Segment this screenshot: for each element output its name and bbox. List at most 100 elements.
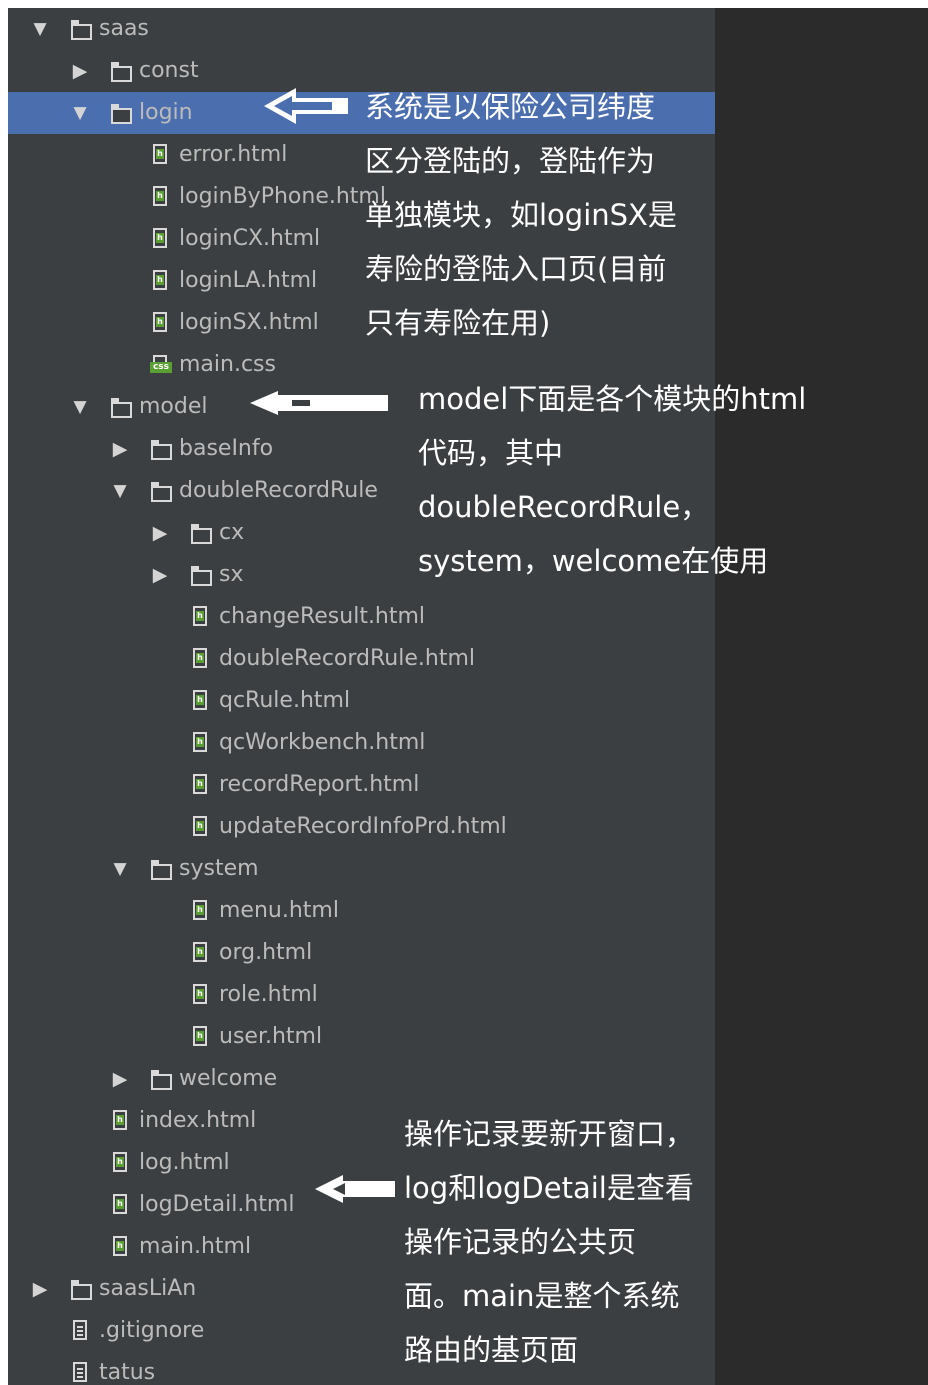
caret-right-icon[interactable]: ▶ [110,1068,130,1090]
text-file-icon [70,1362,92,1384]
html-file-icon: h [190,648,212,670]
html-file-icon: h [110,1152,132,1174]
tree-item-label: log.html [139,1150,230,1175]
tree-item-label: qcRule.html [219,688,351,713]
html-file-icon: h [190,606,212,628]
folder-icon [150,1068,172,1090]
folder-icon [110,60,132,82]
login-note-line: 只有寿险在用) [365,306,551,340]
tree-row-updaterecordinfoprd-html[interactable]: h updateRecordInfoPrd.html [8,806,715,848]
html-file-icon: h [110,1194,132,1216]
tree-item-label: doubleRecordRule [179,478,378,503]
html-file-icon: h [190,942,212,964]
folder-icon [150,438,172,460]
html-file-icon: h [110,1236,132,1258]
folder-icon [190,522,212,544]
caret-down-icon[interactable]: ▼ [30,18,50,40]
model-note-line: doubleRecordRule， [418,490,710,524]
left-arrow-icon [315,1175,395,1203]
model-note-line: 代码，其中 [418,436,564,470]
html-file-icon: h [190,732,212,754]
left-arrow-icon [250,391,388,415]
caret-down-icon[interactable]: ▼ [70,102,90,124]
tree-item-label: cx [219,520,245,545]
tree-item-label: system [179,856,259,881]
tree-item-label: changeResult.html [219,604,426,629]
tree-row-qcworkbench-html[interactable]: h qcWorkbench.html [8,722,715,764]
tree-item-label: loginCX.html [179,226,321,251]
tree-row-saas[interactable]: ▼ saas [8,8,715,50]
tree-item-label: loginByPhone.html [179,184,386,209]
caret-down-icon[interactable]: ▼ [110,858,130,880]
tree-item-label: const [139,58,199,83]
folder-icon [110,396,132,418]
tree-item-label: qcWorkbench.html [219,730,426,755]
caret-down-icon[interactable]: ▼ [110,480,130,502]
tree-item-label: doubleRecordRule.html [219,646,475,671]
tree-row-doublerecordrule-html[interactable]: h doubleRecordRule.html [8,638,715,680]
log-note-line: 操作记录要新开窗口， [404,1117,695,1151]
model-note-line: model下面是各个模块的html [418,382,807,416]
tree-item-label: tatus [99,1360,156,1385]
html-file-icon: h [150,144,172,166]
html-file-icon: h [190,900,212,922]
tree-item-label: recordReport.html [219,772,420,797]
tree-item-label: role.html [219,982,318,1007]
tree-item-label: error.html [179,142,288,167]
tree-item-label: org.html [219,940,313,965]
html-file-icon: h [190,690,212,712]
log-note-line: 面。main是整个系统 [404,1279,680,1313]
folder-icon [150,858,172,880]
caret-down-icon[interactable]: ▼ [70,396,90,418]
tree-row-changeresult-html[interactable]: h changeResult.html [8,596,715,638]
tree-item-label: menu.html [219,898,339,923]
tree-item-label: loginLA.html [179,268,318,293]
caret-right-icon[interactable]: ▶ [150,564,170,586]
tree-row-recordreport-html[interactable]: h recordReport.html [8,764,715,806]
log-note-line: 操作记录的公共页 [404,1225,637,1259]
folder-icon [150,480,172,502]
login-note-line: 区分登陆的，登陆作为 [365,144,656,178]
html-file-icon: h [110,1110,132,1132]
tree-item-label: saasLiAn [99,1276,197,1301]
folder-icon [70,18,92,40]
tree-row-system[interactable]: ▼ system [8,848,715,890]
caret-right-icon[interactable]: ▶ [110,438,130,460]
html-file-icon: h [150,228,172,250]
caret-right-icon[interactable]: ▶ [70,60,90,82]
html-file-icon: h [150,186,172,208]
tree-item-label: main.html [139,1234,252,1259]
editor-area [715,8,928,1385]
tree-item-label: sx [219,562,244,587]
caret-right-icon[interactable]: ▶ [150,522,170,544]
html-file-icon: h [190,1026,212,1048]
log-note-line: 路由的基页面 [404,1333,579,1367]
tree-item-label: welcome [179,1066,278,1091]
tree-item-label: login [139,100,193,125]
tree-row-menu-html[interactable]: h menu.html [8,890,715,932]
left-arrow-icon [264,88,348,124]
html-file-icon: h [150,312,172,334]
tree-row-user-html[interactable]: h user.html [8,1016,715,1058]
tree-item-label: main.css [179,352,276,377]
tree-item-label: logDetail.html [139,1192,295,1217]
tree-row-org-html[interactable]: h org.html [8,932,715,974]
tree-item-label: updateRecordInfoPrd.html [219,814,507,839]
login-note-line: 寿险的登陆入口页(目前 [365,252,667,286]
log-note-line: log和logDetail是查看 [404,1171,694,1205]
model-note-line: system，welcome在使用 [418,544,769,578]
html-file-icon: h [190,774,212,796]
log-annotation: 操作记录要新开窗口， log和logDetail是查看 操作记录的公共页 面。m… [404,1107,694,1377]
login-note-line: 单独模块，如loginSX是 [365,198,677,232]
model-annotation: model下面是各个模块的html 代码，其中 doubleRecordRule… [418,372,806,588]
tree-row-welcome[interactable]: ▶ welcome [8,1058,715,1100]
tree-item-label: index.html [139,1108,257,1133]
tree-row-qcrule-html[interactable]: h qcRule.html [8,680,715,722]
login-note-line: 系统是以保险公司纬度 [365,90,656,124]
tree-item-label: baseInfo [179,436,274,461]
tree-item-label: user.html [219,1024,323,1049]
tree-row-role-html[interactable]: h role.html [8,974,715,1016]
caret-right-icon[interactable]: ▶ [30,1278,50,1300]
login-annotation: 系统是以保险公司纬度 区分登陆的，登陆作为 单独模块，如loginSX是 寿险的… [365,80,677,350]
text-file-icon [70,1320,92,1342]
